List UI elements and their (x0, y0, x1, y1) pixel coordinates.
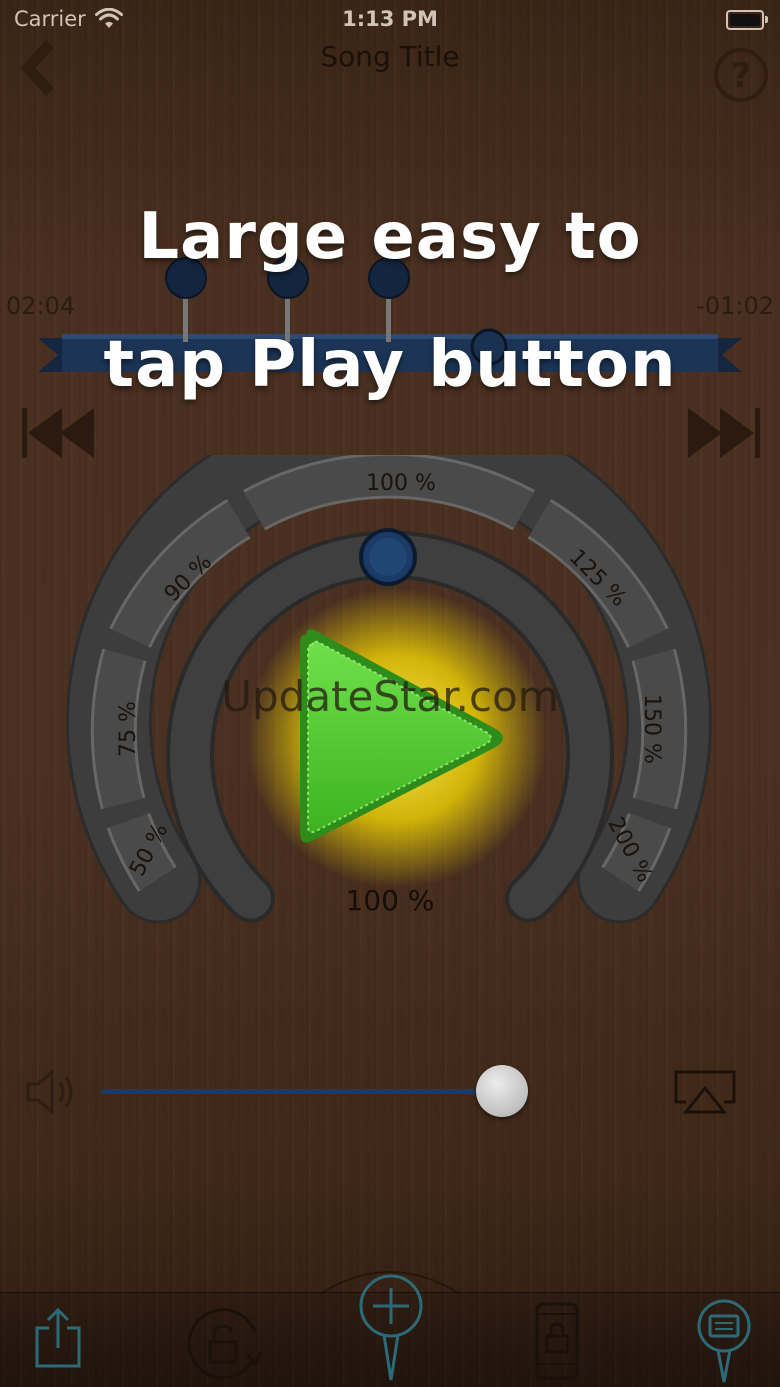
battery-icon (726, 10, 768, 30)
add-marker-icon[interactable] (356, 1272, 426, 1384)
speed-label-100[interactable]: 100 % (366, 471, 436, 496)
volume-slider-thumb[interactable] (476, 1065, 529, 1117)
watermark-text: UpdateStar.com (221, 672, 559, 721)
skip-back-icon[interactable] (20, 404, 98, 462)
player-screen: Carrier 1:13 PM Song Title ? 02:04 -01:0… (0, 0, 780, 1387)
song-title: Song Title (320, 40, 460, 73)
volume-slider-track[interactable] (101, 1089, 503, 1094)
rotation-lock-icon[interactable] (183, 1302, 267, 1386)
elapsed-time: 02:04 (6, 292, 76, 320)
speaker-icon (26, 1068, 73, 1116)
status-bar: Carrier 1:13 PM (0, 0, 780, 40)
headline-line-1: Large easy to (138, 200, 642, 274)
current-speed: 100 % (345, 884, 435, 917)
status-time: 1:13 PM (342, 7, 438, 31)
airplay-icon[interactable] (672, 1068, 738, 1116)
remaining-time: -01:02 (696, 292, 774, 320)
question-mark-icon[interactable]: ? (713, 47, 769, 103)
skip-forward-icon[interactable] (684, 404, 762, 462)
play-button[interactable] (247, 588, 547, 888)
headline-line-2: tap Play button (103, 328, 677, 402)
screen-lock-icon[interactable] (533, 1300, 581, 1382)
marker-list-icon[interactable] (694, 1298, 754, 1384)
share-icon[interactable] (32, 1306, 84, 1372)
svg-text:?: ? (731, 56, 751, 96)
